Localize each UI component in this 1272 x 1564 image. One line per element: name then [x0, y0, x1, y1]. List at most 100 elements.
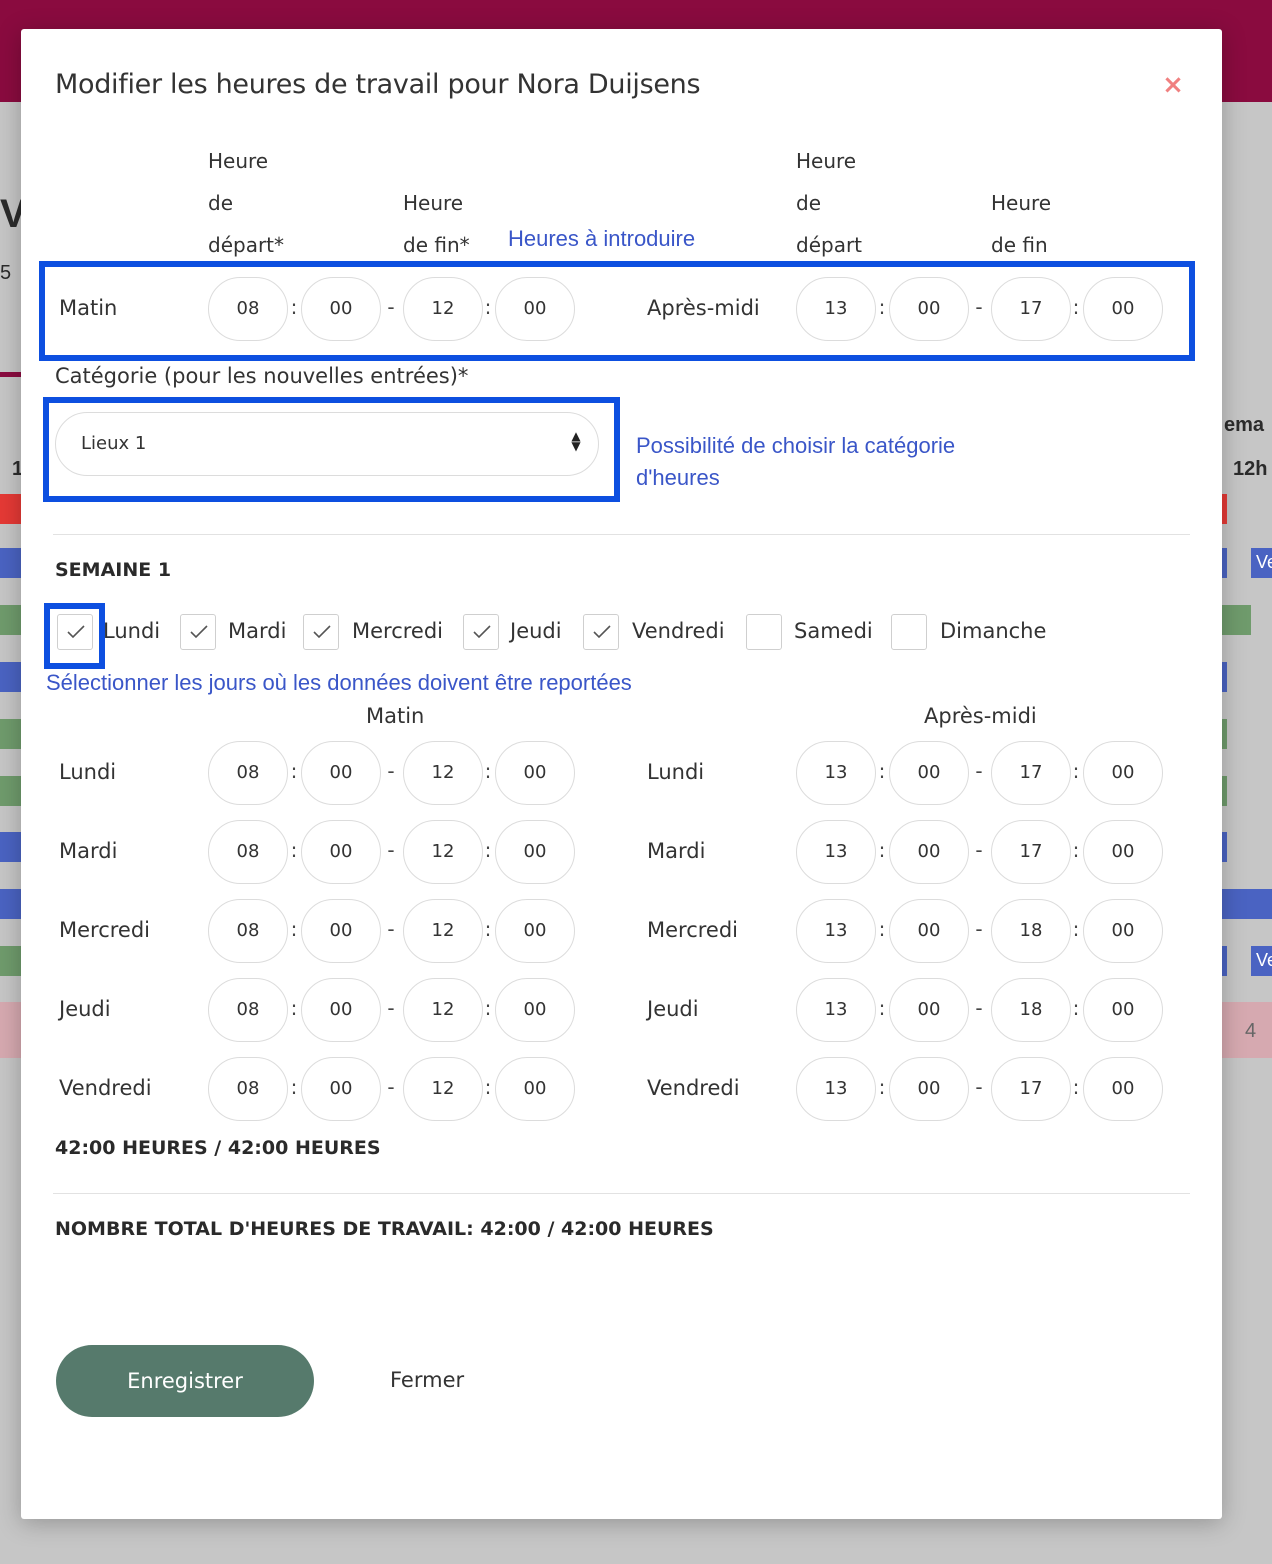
time-range-dash: - [975, 1075, 983, 1099]
mercredi-morning-start-hour-input[interactable]: 08 [208, 899, 288, 963]
time-range-dash: - [975, 996, 983, 1020]
background-event-bar [0, 889, 21, 919]
jeudi-morning-end-minute-input[interactable]: 00 [495, 978, 575, 1042]
annotation-category-hint: Possibilité de choisir la catégorie d'he… [636, 433, 956, 490]
checkbox-vendredi[interactable] [583, 614, 619, 650]
row-label-morning-jeudi: Jeudi [59, 997, 111, 1021]
mercredi-afternoon-start-hour-input[interactable]: 13 [796, 899, 876, 963]
lundi-afternoon-start-minute-input[interactable]: 00 [889, 741, 969, 805]
header-afternoon-end: Heure de fin [991, 191, 1052, 257]
lundi-afternoon-end-minute-input[interactable]: 00 [1083, 741, 1163, 805]
time-range-dash: - [387, 759, 395, 783]
time-colon-separator: : [290, 917, 298, 941]
background-event-bar [0, 946, 21, 976]
background-event-bar [0, 662, 21, 692]
checkbox-label-samedi: Samedi [794, 619, 873, 643]
time-colon-separator: : [484, 295, 492, 319]
time-range-dash: - [975, 917, 983, 941]
global-afternoon-end-hour-input[interactable]: 17 [991, 277, 1071, 341]
close-icon[interactable]: × [1161, 72, 1185, 98]
category-select[interactable]: Lieux 1 ▲ ▼ [55, 412, 599, 476]
time-range-dash: - [975, 295, 983, 319]
jeudi-morning-start-minute-input[interactable]: 00 [301, 978, 381, 1042]
time-colon-separator: : [484, 759, 492, 783]
jeudi-afternoon-start-minute-input[interactable]: 00 [889, 978, 969, 1042]
checkbox-jeudi[interactable] [463, 614, 499, 650]
jeudi-afternoon-end-minute-input[interactable]: 00 [1083, 978, 1163, 1042]
background-text-fragment: 4 [1245, 1020, 1257, 1042]
mardi-morning-start-minute-input[interactable]: 00 [301, 820, 381, 884]
vendredi-afternoon-end-hour-input[interactable]: 17 [991, 1057, 1071, 1121]
time-colon-separator: : [484, 1075, 492, 1099]
mardi-afternoon-end-minute-input[interactable]: 00 [1083, 820, 1163, 884]
mercredi-morning-start-minute-input[interactable]: 00 [301, 899, 381, 963]
global-morning-start-hour-input[interactable]: 08 [208, 277, 288, 341]
mardi-morning-end-minute-input[interactable]: 00 [495, 820, 575, 884]
time-colon-separator: : [290, 996, 298, 1020]
time-colon-separator: : [290, 295, 298, 319]
lundi-morning-end-minute-input[interactable]: 00 [495, 741, 575, 805]
lundi-afternoon-start-hour-input[interactable]: 13 [796, 741, 876, 805]
mardi-morning-start-hour-input[interactable]: 08 [208, 820, 288, 884]
jeudi-afternoon-end-hour-input[interactable]: 18 [991, 978, 1071, 1042]
vendredi-morning-end-hour-input[interactable]: 12 [403, 1057, 483, 1121]
global-afternoon-start-hour-input[interactable]: 13 [796, 277, 876, 341]
time-colon-separator: : [1072, 295, 1080, 319]
mardi-afternoon-end-hour-input[interactable]: 17 [991, 820, 1071, 884]
global-afternoon-end-minute-input[interactable]: 00 [1083, 277, 1163, 341]
vendredi-afternoon-start-hour-input[interactable]: 13 [796, 1057, 876, 1121]
divider [53, 534, 1190, 535]
mercredi-morning-end-minute-input[interactable]: 00 [495, 899, 575, 963]
row-label-afternoon-vendredi: Vendredi [647, 1076, 740, 1100]
checkmark-icon [313, 625, 331, 639]
checkbox-label-vendredi: Vendredi [632, 619, 725, 643]
lundi-morning-end-hour-input[interactable]: 12 [403, 741, 483, 805]
checkbox-mardi[interactable] [180, 614, 216, 650]
time-colon-separator: : [878, 759, 886, 783]
lundi-morning-start-minute-input[interactable]: 00 [301, 741, 381, 805]
close-button[interactable]: Fermer [390, 1368, 464, 1392]
row-label-afternoon-jeudi: Jeudi [647, 997, 699, 1021]
save-button[interactable]: Enregistrer [56, 1345, 314, 1417]
edit-hours-modal: Modifier les heures de travail pour Nora… [21, 29, 1222, 1519]
checkbox-samedi[interactable] [746, 614, 782, 650]
column-heading-morning: Matin [366, 704, 425, 728]
global-morning-end-minute-input[interactable]: 00 [495, 277, 575, 341]
grand-total: NOMBRE TOTAL D'HEURES DE TRAVAIL: 42:00 … [55, 1218, 714, 1240]
background-event-bar [1222, 662, 1227, 692]
time-colon-separator: : [484, 996, 492, 1020]
checkbox-mercredi[interactable] [303, 614, 339, 650]
time-colon-separator: : [290, 1075, 298, 1099]
time-range-dash: - [975, 759, 983, 783]
divider [53, 1193, 1190, 1194]
mercredi-afternoon-end-minute-input[interactable]: 00 [1083, 899, 1163, 963]
mardi-afternoon-start-minute-input[interactable]: 00 [889, 820, 969, 884]
mercredi-afternoon-end-hour-input[interactable]: 18 [991, 899, 1071, 963]
week-title: SEMAINE 1 [55, 559, 172, 581]
global-afternoon-start-minute-input[interactable]: 00 [889, 277, 969, 341]
checkbox-lundi[interactable] [57, 614, 93, 650]
jeudi-morning-start-hour-input[interactable]: 08 [208, 978, 288, 1042]
vendredi-afternoon-start-minute-input[interactable]: 00 [889, 1057, 969, 1121]
vendredi-afternoon-end-minute-input[interactable]: 00 [1083, 1057, 1163, 1121]
vendredi-morning-end-minute-input[interactable]: 00 [495, 1057, 575, 1121]
row-label-morning-vendredi: Vendredi [59, 1076, 152, 1100]
column-heading-afternoon: Après-midi [924, 704, 1037, 728]
vendredi-morning-start-minute-input[interactable]: 00 [301, 1057, 381, 1121]
jeudi-morning-end-hour-input[interactable]: 12 [403, 978, 483, 1042]
mercredi-afternoon-start-minute-input[interactable]: 00 [889, 899, 969, 963]
global-morning-start-minute-input[interactable]: 00 [301, 277, 381, 341]
mardi-morning-end-hour-input[interactable]: 12 [403, 820, 483, 884]
row-label-morning-mercredi: Mercredi [59, 918, 151, 942]
global-morning-end-hour-input[interactable]: 12 [403, 277, 483, 341]
week-total: 42:00 HEURES / 42:00 HEURES [55, 1137, 381, 1159]
vendredi-morning-start-hour-input[interactable]: 08 [208, 1057, 288, 1121]
time-colon-separator: : [484, 917, 492, 941]
checkbox-dimanche[interactable] [891, 614, 927, 650]
lundi-morning-start-hour-input[interactable]: 08 [208, 741, 288, 805]
time-colon-separator: : [878, 917, 886, 941]
jeudi-afternoon-start-hour-input[interactable]: 13 [796, 978, 876, 1042]
mardi-afternoon-start-hour-input[interactable]: 13 [796, 820, 876, 884]
mercredi-morning-end-hour-input[interactable]: 12 [403, 899, 483, 963]
lundi-afternoon-end-hour-input[interactable]: 17 [991, 741, 1071, 805]
